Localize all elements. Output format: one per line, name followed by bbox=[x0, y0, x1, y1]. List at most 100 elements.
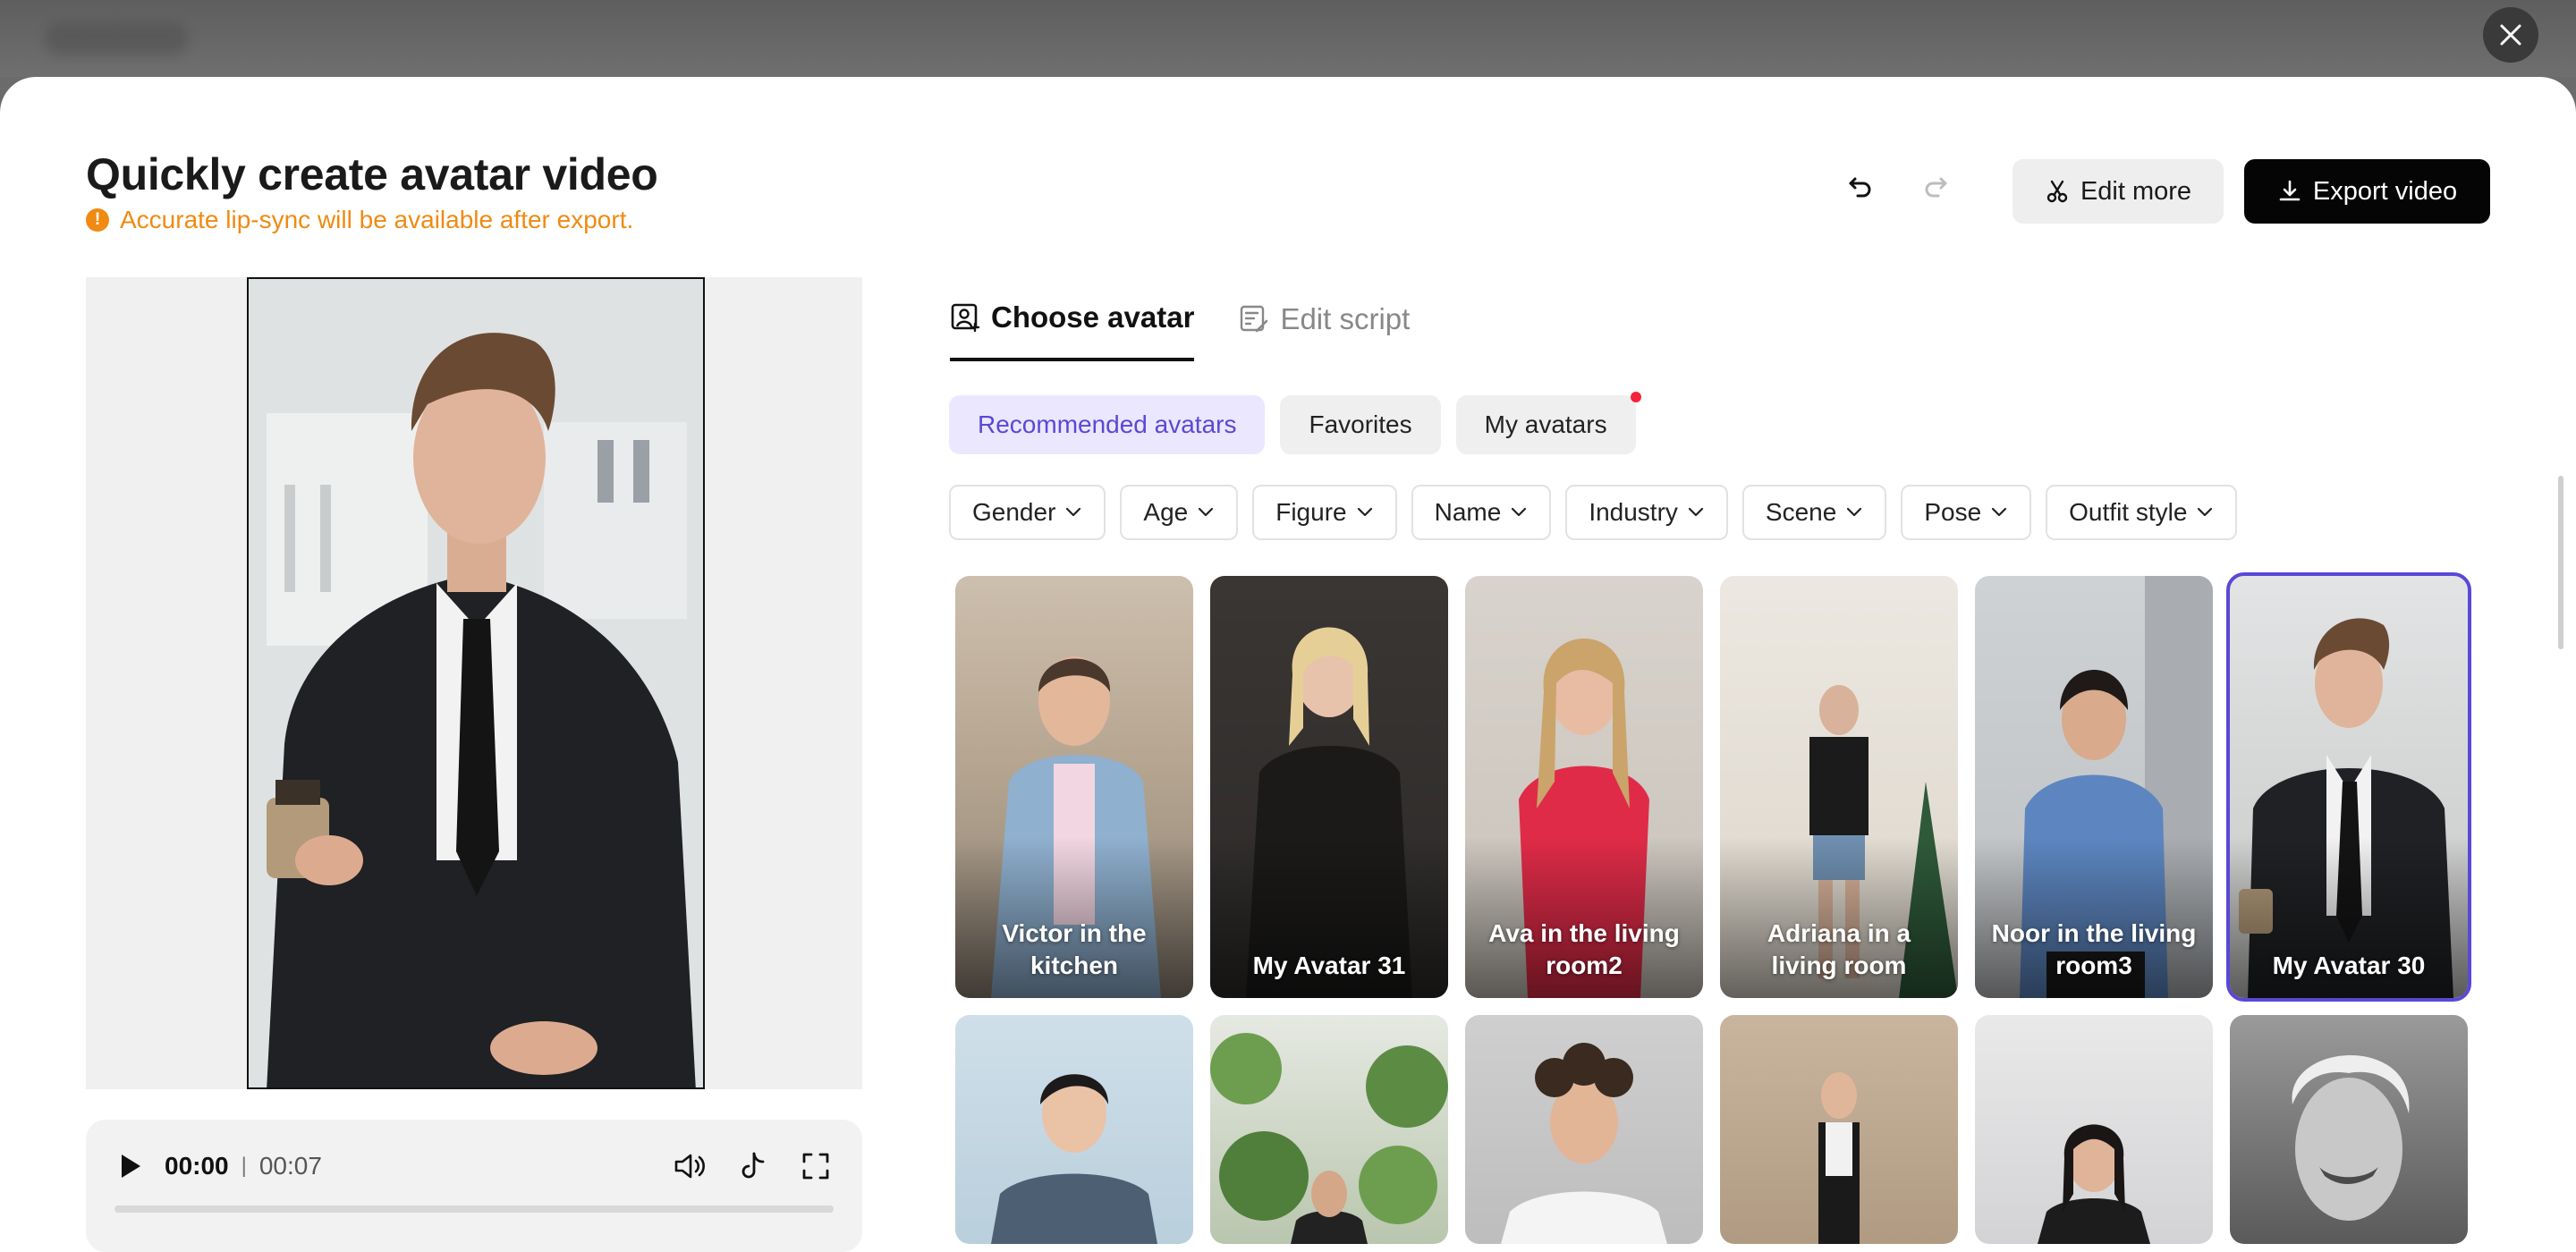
scrollbar-thumb[interactable] bbox=[2558, 476, 2563, 649]
avatar-thumbnail bbox=[2292, 1055, 2410, 1221]
avatar-card[interactable]: Adriana in a living room bbox=[1720, 576, 1958, 998]
avatar-category-pills: Recommended avatars Favorites My avatars bbox=[949, 392, 1641, 454]
edit-more-button[interactable]: Edit more bbox=[2012, 159, 2224, 224]
pill-recommended-avatars[interactable]: Recommended avatars bbox=[949, 395, 1266, 454]
video-player-controls: 00:00 | 00:07 bbox=[86, 1120, 862, 1252]
video-preview-area bbox=[86, 277, 862, 1089]
page-title: Quickly create avatar video bbox=[86, 149, 658, 199]
download-icon bbox=[2279, 180, 2301, 201]
history-controls bbox=[1834, 159, 1962, 213]
avatar-preview-video[interactable] bbox=[247, 277, 705, 1089]
avatar-card[interactable] bbox=[2230, 1015, 2468, 1244]
chevron-down-icon bbox=[1512, 507, 1527, 517]
scissors-icon bbox=[2046, 180, 2068, 203]
background-page-overlay bbox=[0, 0, 2576, 77]
redo-button[interactable] bbox=[1909, 159, 1962, 213]
tab-edit-script-label: Edit script bbox=[1280, 302, 1411, 335]
filter-label: Gender bbox=[972, 498, 1056, 526]
choose-avatar-icon bbox=[951, 303, 980, 333]
volume-button[interactable] bbox=[669, 1145, 712, 1188]
close-icon bbox=[2500, 24, 2521, 46]
avatar-name: My Avatar 31 bbox=[1252, 952, 1406, 979]
filter-pose[interactable]: Pose bbox=[1901, 485, 2032, 540]
chevron-down-icon bbox=[1847, 507, 1862, 517]
avatar-card[interactable] bbox=[1210, 1015, 1448, 1244]
pill-favorites[interactable]: Favorites bbox=[1280, 395, 1441, 454]
pill-label: My avatars bbox=[1484, 410, 1607, 438]
avatar-preview-image bbox=[249, 279, 703, 1087]
avatar-thumbnail bbox=[1501, 1043, 1667, 1244]
fullscreen-button[interactable] bbox=[794, 1145, 837, 1188]
playback-progress-bar[interactable] bbox=[114, 1205, 834, 1213]
avatar-card[interactable]: Noor in the living room3 bbox=[1975, 576, 2213, 998]
filter-label: Scene bbox=[1765, 498, 1837, 526]
filter-label: Outfit style bbox=[2069, 498, 2188, 526]
current-time: 00:00 bbox=[165, 1152, 229, 1180]
avatar-thumbnail bbox=[2038, 1124, 2150, 1244]
filter-scene[interactable]: Scene bbox=[1741, 485, 1887, 540]
undo-icon bbox=[1849, 177, 1871, 198]
tiktok-icon bbox=[741, 1152, 765, 1179]
undo-button[interactable] bbox=[1834, 159, 1887, 213]
avatar-card[interactable] bbox=[1720, 1015, 1958, 1244]
close-button[interactable] bbox=[2483, 7, 2538, 63]
chevron-down-icon bbox=[1066, 507, 1081, 517]
avatar-name: Noor in the living room3 bbox=[1991, 919, 2197, 979]
filter-label: Industry bbox=[1589, 498, 1678, 526]
avatar-name: Ava in the living room2 bbox=[1488, 919, 1680, 979]
tab-edit-script[interactable]: Edit script bbox=[1239, 300, 1410, 361]
filter-age[interactable]: Age bbox=[1120, 485, 1239, 540]
play-icon bbox=[122, 1155, 140, 1178]
tab-choose-avatar-label: Choose avatar bbox=[991, 300, 1195, 334]
avatar-thumbnail bbox=[991, 1074, 1157, 1244]
edit-more-label: Edit more bbox=[2080, 176, 2192, 206]
chevron-down-icon bbox=[1357, 507, 1372, 517]
export-video-button[interactable]: Export video bbox=[2244, 159, 2490, 224]
speaker-icon bbox=[674, 1154, 705, 1179]
avatar-card[interactable] bbox=[955, 1015, 1193, 1244]
warning-icon: ! bbox=[86, 208, 109, 232]
chevron-down-icon bbox=[1992, 507, 2007, 517]
avatar-thumbnail bbox=[1210, 1033, 1448, 1244]
pill-label: Favorites bbox=[1309, 410, 1412, 438]
avatar-card[interactable] bbox=[1465, 1015, 1703, 1244]
notification-dot bbox=[1630, 392, 1641, 402]
avatar-card[interactable] bbox=[1975, 1015, 2213, 1244]
avatar-thumbnail bbox=[1818, 1072, 1860, 1244]
avatar-filters: Gender Age Figure Name Industry Scene Po… bbox=[949, 485, 2238, 540]
export-video-label: Export video bbox=[2312, 176, 2458, 206]
chevron-down-icon bbox=[1199, 507, 1214, 517]
filter-label: Pose bbox=[1924, 498, 1982, 526]
avatar-card[interactable]: Victor in the kitchen bbox=[955, 576, 1193, 998]
notice-text: Accurate lip-sync will be available afte… bbox=[120, 206, 634, 233]
edit-script-icon bbox=[1241, 305, 1268, 333]
avatar-name: My Avatar 30 bbox=[2272, 952, 2426, 979]
chevron-down-icon bbox=[2198, 507, 2213, 517]
filter-gender[interactable]: Gender bbox=[949, 485, 1106, 540]
avatar-name: Victor in the kitchen bbox=[1002, 919, 1147, 979]
pill-my-avatars[interactable]: My avatars bbox=[1455, 392, 1641, 454]
duration: 00:07 bbox=[258, 1152, 322, 1180]
filter-label: Age bbox=[1143, 498, 1189, 526]
redo-icon bbox=[1925, 177, 1947, 198]
chevron-down-icon bbox=[1688, 507, 1704, 517]
filter-figure[interactable]: Figure bbox=[1252, 485, 1397, 540]
avatar-video-modal: Quickly create avatar video ! Accurate l… bbox=[0, 77, 2576, 1252]
fullscreen-icon bbox=[802, 1153, 829, 1180]
lip-sync-notice: ! Accurate lip-sync will be available af… bbox=[86, 206, 633, 234]
filter-label: Figure bbox=[1275, 498, 1347, 526]
time-separator: | bbox=[241, 1154, 247, 1178]
filter-name[interactable]: Name bbox=[1411, 485, 1552, 540]
filter-industry[interactable]: Industry bbox=[1565, 485, 1728, 540]
play-button[interactable] bbox=[113, 1148, 148, 1184]
tab-choose-avatar[interactable]: Choose avatar bbox=[950, 300, 1195, 361]
filter-outfit-style[interactable]: Outfit style bbox=[2046, 485, 2238, 540]
avatar-card-selected[interactable]: My Avatar 30 bbox=[2226, 572, 2471, 1002]
avatar-card[interactable]: Ava in the living room2 bbox=[1465, 576, 1703, 998]
blurred-logo bbox=[45, 23, 188, 55]
avatar-card[interactable]: My Avatar 31 bbox=[1210, 576, 1448, 998]
filter-label: Name bbox=[1434, 498, 1502, 526]
tiktok-button[interactable] bbox=[732, 1145, 775, 1188]
avatar-name: Adriana in a living room bbox=[1767, 919, 1911, 979]
panel-tabs: Choose avatar Edit script bbox=[950, 300, 1410, 361]
